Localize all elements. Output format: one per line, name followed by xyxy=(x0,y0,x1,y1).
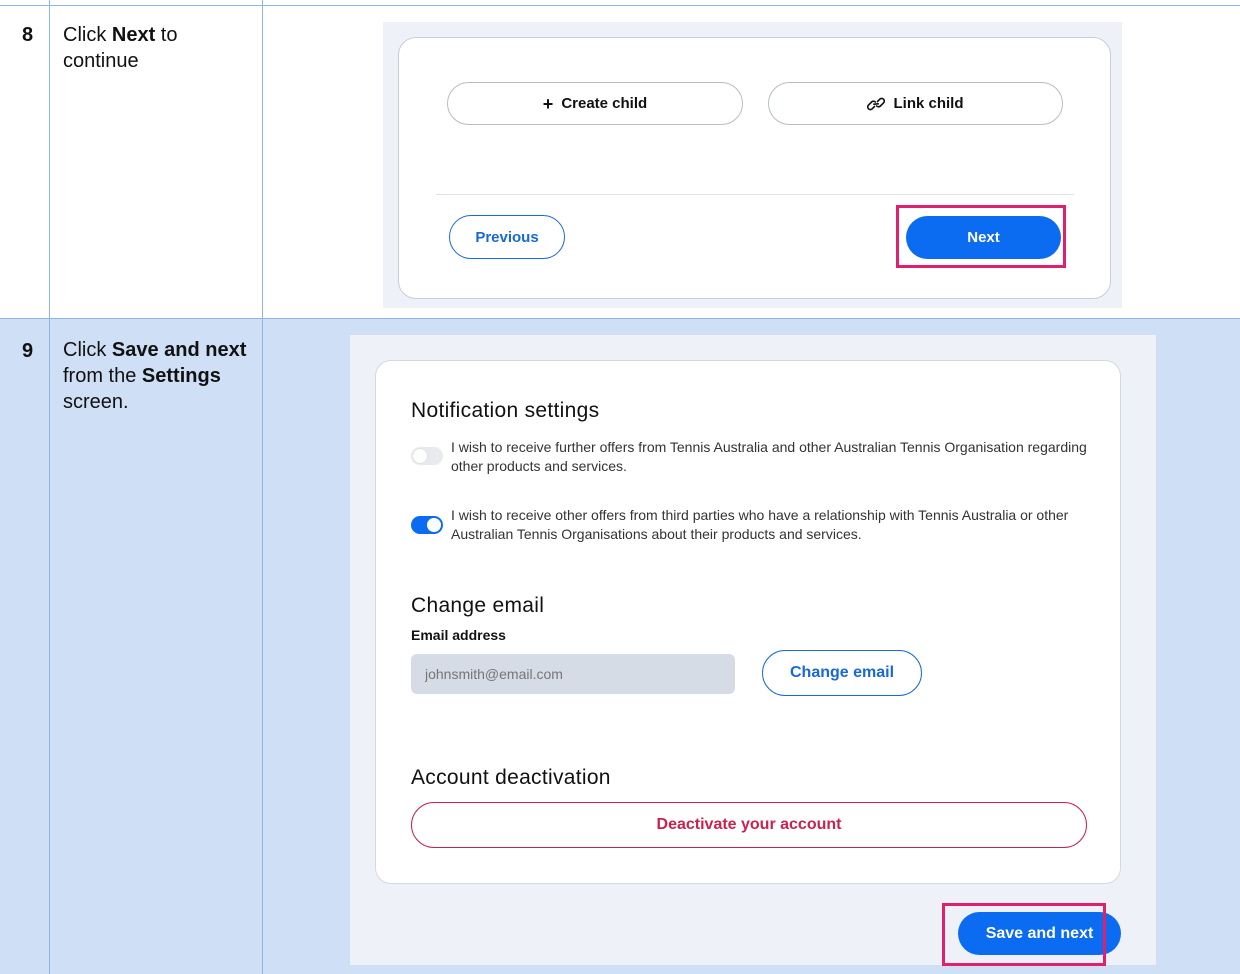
instruction-table: 8 Click Next to continue + Create child xyxy=(0,0,1240,974)
create-child-button[interactable]: + Create child xyxy=(447,82,743,125)
step-number: 8 xyxy=(22,24,34,46)
email-address-label: Email address xyxy=(411,627,506,643)
link-icon xyxy=(867,97,886,111)
further-offers-toggle[interactable] xyxy=(411,447,443,465)
email-input[interactable] xyxy=(411,654,735,694)
further-offers-text: I wish to receive further offers from Te… xyxy=(451,439,1087,474)
change-email-button[interactable]: Change email xyxy=(762,650,922,696)
table-border-top xyxy=(0,5,1240,6)
step-instruction: Click Next to continue xyxy=(63,24,178,72)
third-party-offers-text: I wish to receive other offers from thir… xyxy=(451,507,1069,542)
table-column-divider xyxy=(262,0,263,974)
third-party-offers-toggle[interactable] xyxy=(411,516,443,534)
account-deactivation-title: Account deactivation xyxy=(411,766,611,789)
plus-icon: + xyxy=(542,93,554,114)
next-highlight-box xyxy=(896,205,1066,268)
panel-divider xyxy=(436,194,1074,195)
step-row-8: 8 Click Next to continue + Create child xyxy=(0,0,1240,318)
table-column-divider xyxy=(49,0,50,974)
step-number: 9 xyxy=(22,340,34,362)
save-highlight-box xyxy=(942,903,1106,966)
link-child-button[interactable]: Link child xyxy=(768,82,1063,125)
previous-button[interactable]: Previous xyxy=(449,215,565,259)
change-email-title: Change email xyxy=(411,594,545,617)
step-screenshot: Notification settings I wish to receive … xyxy=(350,335,1156,965)
settings-panel: Notification settings I wish to receive … xyxy=(375,360,1121,884)
notification-settings-title: Notification settings xyxy=(411,399,600,422)
table-row-divider xyxy=(0,318,1240,319)
step-instruction: Click Save and next from the Settings sc… xyxy=(63,339,247,413)
deactivate-account-button[interactable]: Deactivate your account xyxy=(411,802,1087,848)
